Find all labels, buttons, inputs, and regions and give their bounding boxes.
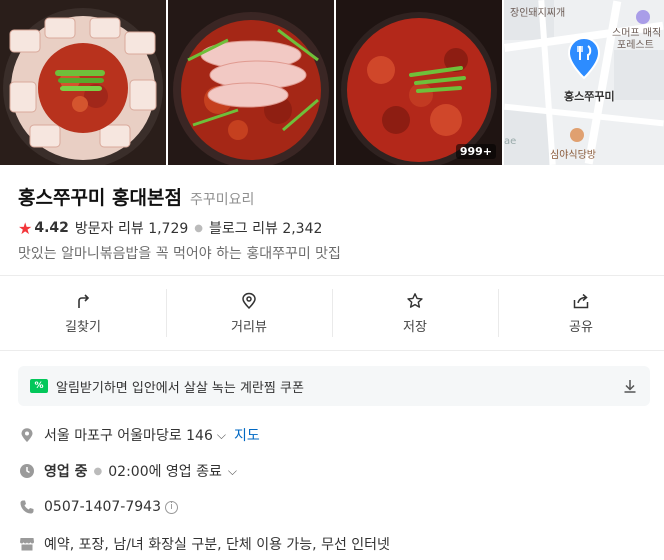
map-label-bottom: 심야식당방 [550,150,596,161]
phone-icon [18,498,36,516]
map-poi-icon [636,10,650,24]
hours-row[interactable]: 영업 중 ● 02:00에 영업 종료 ⌵ [18,461,237,481]
phone-number[interactable]: 0507-1407-7943 [44,499,161,515]
store-icon [18,535,36,553]
chevron-down-icon[interactable]: ⌵ [217,428,226,443]
directions-icon [78,293,90,308]
blog-review-link[interactable]: 블로그 리뷰 2,342 [209,218,322,238]
share-icon [573,293,589,308]
place-header: 홍스쭈꾸미 홍대본점 주꾸미요리 [18,183,254,210]
star-icon: ★ [18,218,33,238]
place-category: 주꾸미요리 [189,192,255,208]
divider [0,350,664,351]
street-view-label: 거리뷰 [231,319,267,335]
separator-dot: ● [93,465,103,477]
map-link[interactable]: 지도 [234,425,260,445]
location-icon [18,426,36,444]
coupon-banner[interactable]: % 알림받기하면 입안에서 살살 녹는 계란찜 쿠폰 [18,366,650,406]
address-row: 서울 마포구 어울마당로 146 ⌵ 지도 [18,425,260,445]
save-label: 저장 [403,319,427,335]
location-pin-icon [242,292,256,309]
map-label-restaurant: 장인돼지찌개 [510,8,566,19]
info-icon[interactable]: i [165,500,178,514]
map-poi-icon-2 [570,128,584,142]
share-label: 공유 [569,319,593,335]
amenities-text: 예약, 포장, 남/녀 화장실 구분, 단체 이용 가능, 무선 인터넷 [44,537,390,553]
photo-count-badge: 999+ [455,144,496,159]
open-status: 영업 중 [44,464,88,480]
place-name: 홍스쭈꾸미 홍대본점 [18,187,182,209]
photo-gallery: 999+ 장인돼지찌개 스머프 매직 포레스트 홍스쭈꾸미 심야식당방 ae [0,0,664,165]
food-photo-1[interactable] [0,0,166,165]
action-bar: 길찾기 거리뷰 저장 공유 [0,285,664,341]
chevron-down-icon[interactable]: ⌵ [228,464,237,479]
coupon-text: 알림받기하면 입안에서 살살 녹는 계란찜 쿠폰 [56,380,304,396]
divider [0,275,664,276]
location-map[interactable]: 장인돼지찌개 스머프 매직 포레스트 홍스쭈꾸미 심야식당방 ae [504,0,664,165]
share-button[interactable]: 공유 [498,285,664,341]
map-pin-label: 홍스쭈꾸미 [564,90,615,103]
map-label-edge: ae [504,136,517,147]
separator-dot: ● [194,222,204,234]
place-description: 맛있는 알마니볶음밥을 꼭 먹어야 하는 홍대쭈꾸미 맛집 [18,246,341,262]
map-label-store-2: 포레스트 [617,40,654,51]
coupon-icon: % [30,379,48,393]
directions-label: 길찾기 [65,319,101,335]
closing-time: 02:00에 영업 종료 [108,464,222,480]
save-button[interactable]: 저장 [332,285,498,341]
food-photo-3[interactable]: 999+ [336,0,502,165]
rating-score: 4.42 [34,220,69,236]
phone-row: 0507-1407-7943 i [18,498,178,516]
clock-icon [18,462,36,480]
address-text[interactable]: 서울 마포구 어울마당로 146 [44,425,213,445]
rating-row: ★ 4.42 방문자 리뷰 1,729 ● 블로그 리뷰 2,342 [18,218,322,238]
amenities-row: 예약, 포장, 남/녀 화장실 구분, 단체 이용 가능, 무선 인터넷 [18,534,390,554]
food-photo-2[interactable] [168,0,334,165]
visitor-review-link[interactable]: 방문자 리뷰 1,729 [75,218,188,238]
directions-button[interactable]: 길찾기 [0,285,166,341]
street-view-button[interactable]: 거리뷰 [166,285,332,341]
map-pin-icon [567,36,601,80]
download-icon[interactable] [622,378,638,394]
star-outline-icon [407,292,423,308]
